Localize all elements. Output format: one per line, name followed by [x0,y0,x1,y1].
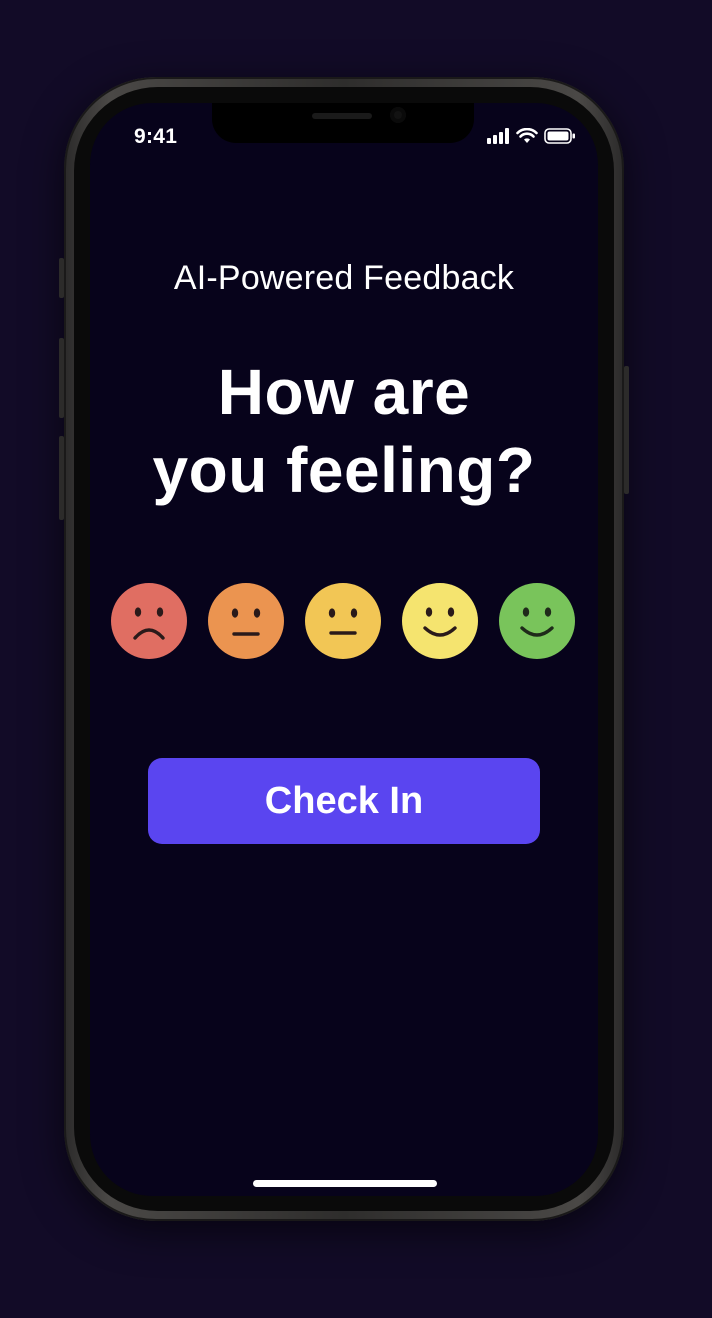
status-time: 9:41 [134,125,178,148]
home-indicator[interactable] [253,1180,437,1187]
wifi-icon [516,128,538,143]
happy-face-icon[interactable] [498,582,576,660]
neutral-face-icon[interactable] [304,582,382,660]
volume-up-button [59,338,64,418]
status-icons [486,128,576,144]
headline-line-1: How are [217,356,471,428]
front-camera [390,107,406,123]
slight-smile-face-icon[interactable] [401,582,479,660]
headline-line-2: you feeling? [152,434,536,506]
stage: 9:41 AI-Powered Feedback How are you fee… [0,0,712,1318]
mute-switch [59,258,64,298]
cellular-signal-icon [487,128,509,144]
phone-screen: 9:41 AI-Powered Feedback How are you fee… [90,103,598,1196]
sad-face-icon[interactable] [110,582,188,660]
power-button [624,366,629,494]
check-in-button[interactable]: Check In [148,758,540,844]
notch [212,103,474,143]
mood-selector [110,582,578,662]
unhappy-neutral-face-icon[interactable] [207,582,285,660]
page-title: How are you feeling? [90,353,598,509]
battery-icon [544,128,575,144]
app-subtitle: AI-Powered Feedback [173,259,515,297]
volume-down-button [59,436,64,520]
speaker-grille [312,113,372,119]
